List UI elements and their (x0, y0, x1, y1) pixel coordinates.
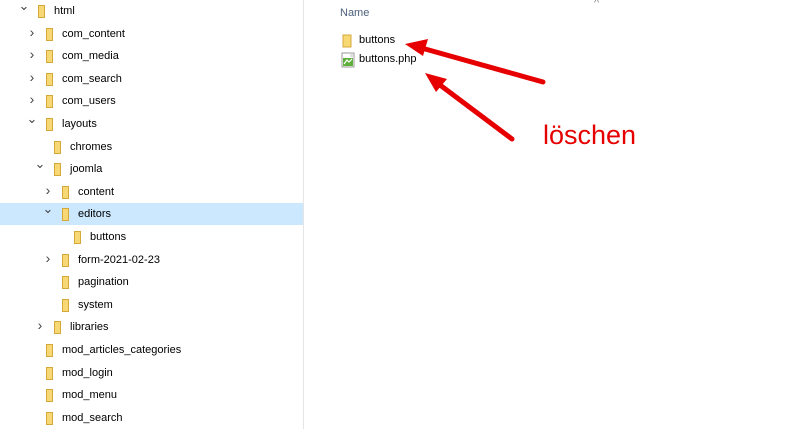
tree-item-pagination[interactable]: pagination (0, 271, 303, 293)
chevron-right-icon[interactable]: › (42, 183, 54, 197)
tree-item-com-media[interactable]: › com_media (0, 45, 303, 67)
tree-item-html[interactable]: ⌄ html (0, 0, 303, 22)
file-item-buttons-php[interactable]: buttons.php (340, 51, 540, 69)
tree-item-libraries[interactable]: › libraries (0, 316, 303, 338)
chevron-down-icon[interactable]: ⌄ (18, 0, 30, 12)
tree-item-mod-login[interactable]: mod_login (0, 362, 303, 384)
chevron-right-icon[interactable]: › (26, 92, 38, 106)
chevron-down-icon[interactable]: ⌄ (34, 157, 46, 170)
tree-item-label: com_search (62, 72, 122, 85)
tree-item-label: mod_login (62, 366, 113, 379)
folder-icon (46, 411, 53, 425)
tree-item-label: com_users (62, 95, 116, 108)
chevron-down-icon[interactable]: ⌄ (26, 112, 38, 125)
folder-icon (54, 163, 61, 177)
tree-item-label: pagination (78, 276, 129, 289)
folder-icon (54, 140, 61, 154)
pane-gap (304, 0, 320, 429)
tree-item-label: content (78, 185, 115, 198)
column-header-name[interactable]: Name (340, 7, 369, 19)
tree-item-com-search[interactable]: › com_search (0, 68, 303, 90)
tree-item-label: layouts (62, 118, 97, 130)
folder-icon (46, 27, 53, 41)
tree-item-layouts[interactable]: ⌄ layouts (0, 112, 303, 135)
folder-icon (54, 321, 61, 335)
tree-item-label: com_content (62, 27, 125, 40)
folder-icon (46, 50, 53, 64)
tree-item-label: mod_search (62, 411, 123, 424)
folder-icon (62, 276, 69, 290)
tree-item-system[interactable]: system (0, 294, 303, 316)
tree-item-label: libraries (70, 321, 109, 334)
tree-item-label: chromes (70, 140, 113, 153)
folder-icon (62, 208, 69, 222)
tree-item-mod-articles-categories[interactable]: mod_articles_categories (0, 339, 303, 361)
tree-item-chromes[interactable]: chromes (0, 136, 303, 158)
folder-icon (62, 253, 69, 267)
chevron-right-icon[interactable]: › (26, 25, 38, 39)
file-name: buttons (359, 34, 396, 46)
php-file-icon (341, 52, 355, 68)
tree-item-mod-search[interactable]: mod_search (0, 407, 303, 429)
tree-item-form-2021-02-23[interactable]: › form-2021-02-23 (0, 249, 303, 271)
tree-item-com-users[interactable]: › com_users (0, 90, 303, 112)
tree-item-label: joomla (70, 163, 103, 176)
chevron-right-icon[interactable]: › (34, 318, 46, 332)
tree-item-content[interactable]: › content (0, 181, 303, 203)
tree-item-label: html (54, 5, 75, 17)
folder-icon (38, 5, 45, 18)
tree-item-mod-menu[interactable]: mod_menu (0, 384, 303, 406)
chevron-right-icon[interactable]: › (42, 251, 54, 265)
tree-item-label: mod_articles_categories (62, 344, 182, 356)
tree-item-label: system (78, 298, 113, 311)
tree-item-com-content[interactable]: › com_content (0, 23, 303, 45)
folder-icon (342, 34, 352, 48)
tree-item-editors[interactable]: ⌄ editors (0, 202, 303, 226)
chevron-right-icon[interactable]: › (26, 70, 38, 84)
tree-item-buttons[interactable]: buttons (0, 226, 303, 248)
tree-item-label: editors (78, 208, 112, 221)
folder-icon (46, 95, 53, 109)
folder-icon (46, 344, 53, 357)
folder-icon (74, 231, 81, 244)
file-name: buttons.php (359, 53, 417, 65)
folder-icon (62, 298, 69, 312)
tree-item-label: mod_menu (62, 389, 118, 402)
tree-item-label: buttons (90, 231, 127, 243)
folder-icon (46, 118, 53, 131)
folder-icon (46, 389, 53, 403)
file-item-buttons-folder[interactable]: buttons (340, 32, 540, 50)
folder-icon (46, 366, 53, 380)
chevron-right-icon[interactable]: › (26, 47, 38, 61)
tree-item-label: form-2021-02-23 (78, 253, 160, 266)
file-list: Name ^ buttons buttons.php (320, 0, 800, 429)
tree-item-joomla[interactable]: ⌄ joomla (0, 157, 303, 180)
sort-up-icon: ^ (594, 0, 600, 9)
chevron-down-icon[interactable]: ⌄ (42, 202, 54, 215)
folder-icon (62, 185, 69, 199)
annotation-label: löschen (543, 120, 637, 150)
folder-icon (46, 72, 53, 86)
tree-item-label: com_media (62, 50, 119, 63)
navigation-tree: ⌄ html › com_content › com_media › com_search › c… (0, 0, 303, 429)
